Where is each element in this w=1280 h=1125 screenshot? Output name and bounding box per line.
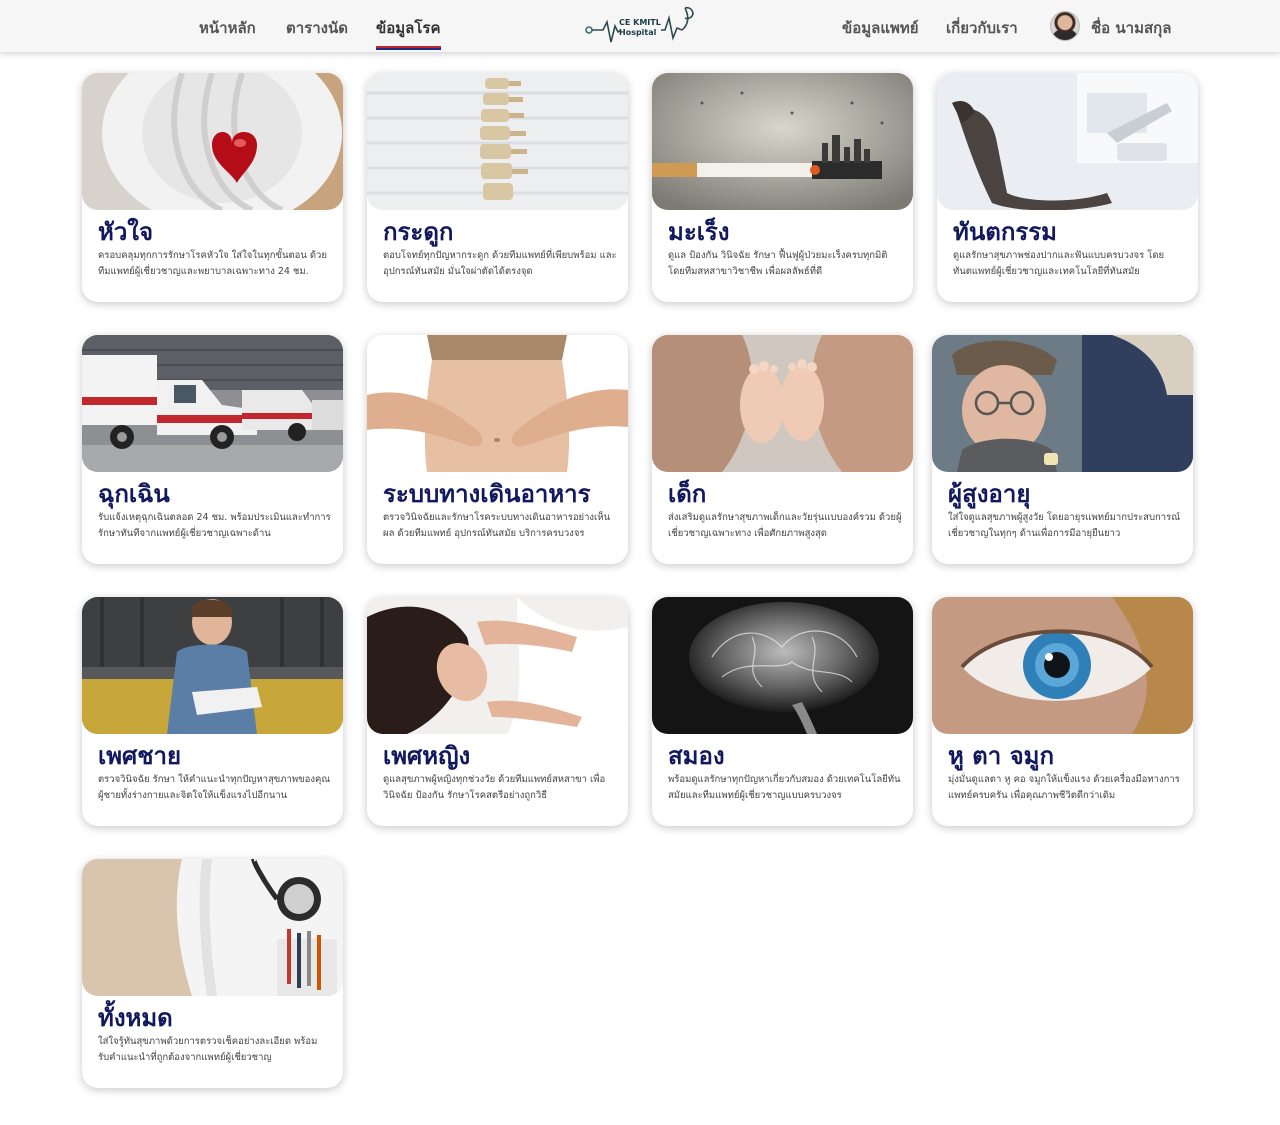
card-title: เพศหญิง (383, 742, 471, 770)
card-description: ดูแลสุขภาพผู้หญิงทุกช่วงวัย ด้วยทีมแพทย์… (383, 774, 606, 801)
card-title: ฉุกเฉิน (98, 480, 170, 508)
woman-lying-image (367, 597, 628, 734)
card-title: หัวใจ (98, 218, 154, 246)
card-title: หู ตา จมูก (948, 742, 1055, 770)
logo-line-1: CE KMITL (619, 18, 661, 27)
brain-image (652, 597, 913, 734)
category-card-dental[interactable]: ทันตกรรม ดูแลรักษาสุขภาพช่องปากและฟันแบบ… (937, 73, 1198, 302)
category-card-emergency[interactable]: ฉุกเฉิน รับแจ้งเหตุฉุกเฉินตลอด 24 ชม. พร… (82, 335, 343, 564)
category-card-children[interactable]: เด็ก ส่งเสริมดูแลรักษาสุขภาพเด็กและวัยรุ… (652, 335, 913, 564)
nav-schedule-link[interactable]: ตารางนัด (286, 16, 348, 40)
category-card-elderly[interactable]: ผู้สูงอายุ ใส่ใจดูแลสุขภาพผู้สูงวัย โดยอ… (932, 335, 1193, 564)
nav-disease-info-link[interactable]: ข้อมูลโรค (376, 16, 441, 50)
eye-image (932, 597, 1193, 734)
baby-feet-image (652, 335, 913, 472)
nav-about-link[interactable]: เกี่ยวกับเรา (946, 16, 1018, 40)
doctor-stethoscope-image (82, 859, 343, 996)
hospital-logo[interactable]: CE KMITL Hospital (585, 4, 697, 48)
category-card-brain[interactable]: สมอง พร้อมดูแลรักษาทุกปัญหาเกี่ยวกับสมอง… (652, 597, 913, 826)
card-description: ดูแลรักษาสุขภาพช่องปากและฟันแบบครบวงจร โ… (953, 250, 1165, 277)
card-description: ครอบคลุมทุกการรักษาโรคหัวใจ ใส่ใจในทุกขั… (98, 250, 327, 277)
card-description: ดูแล ป้องกัน วินิจฉัย รักษา ฟื้นฟูผู้ป่ว… (668, 250, 888, 277)
card-description: ตรวจวินิจฉัย รักษา ให้คำแนะนำทุกปัญหาสุข… (98, 774, 331, 801)
ambulance-image (82, 335, 343, 472)
card-title: ทันตกรรม (953, 218, 1057, 246)
card-description: ใส่ใจรู้ทันสุขภาพด้วยการตรวจเช็คอย่างละเ… (98, 1036, 318, 1063)
heart-pills-image (82, 73, 343, 210)
card-description: มุ่งมั่นดูแลตา หู คอ จมูกให้แข็งแรง ด้วย… (948, 774, 1180, 801)
card-title: เด็ก (668, 480, 707, 508)
card-title: เพศชาย (98, 742, 182, 770)
card-description: ตรวจวินิจฉัยและรักษาโรคระบบทางเดินอาหารอ… (383, 512, 611, 539)
card-title: สมอง (668, 742, 725, 770)
dental-chair-image (937, 73, 1198, 210)
card-description: พร้อมดูแลรักษาทุกปัญหาเกี่ยวกับสมอง ด้วย… (668, 774, 901, 801)
category-card-male[interactable]: เพศชาย ตรวจวินิจฉัย รักษา ให้คำแนะนำทุกป… (82, 597, 343, 826)
card-description: ตอบโจทย์ทุกปัญหากระดูก ด้วยทีมแพทย์ที่เพ… (383, 250, 617, 277)
category-card-heart[interactable]: หัวใจ ครอบคลุมทุกการรักษาโรคหัวใจ ใส่ใจใ… (82, 73, 343, 302)
top-navbar: หน้าหลัก ตารางนัด ข้อมูลโรค CE KMITL Hos… (0, 0, 1280, 52)
card-title: มะเร็ง (668, 218, 730, 246)
card-description: ส่งเสริมดูแลรักษาสุขภาพเด็กและวัยรุ่นแบบ… (668, 512, 902, 539)
card-title: ผู้สูงอายุ (948, 480, 1031, 508)
logo-line-2: Hospital (619, 28, 657, 37)
category-card-bone[interactable]: กระดูก ตอบโจทย์ทุกปัญหากระดูก ด้วยทีมแพท… (367, 73, 628, 302)
spine-image (367, 73, 628, 210)
card-title: ระบบทางเดินอาหาร (383, 480, 591, 508)
logo-text: CE KMITL Hospital (619, 18, 661, 38)
man-reading-image (82, 597, 343, 734)
card-title: ทั้งหมด (98, 1004, 173, 1032)
card-description: ใส่ใจดูแลสุขภาพผู้สูงวัย โดยอายุรแพทย์มา… (948, 512, 1181, 539)
category-card-female[interactable]: เพศหญิง ดูแลสุขภาพผู้หญิงทุกช่วงวัย ด้วย… (367, 597, 628, 826)
cigarette-image (652, 73, 913, 210)
stomach-image (367, 335, 628, 472)
category-card-ent[interactable]: หู ตา จมูก มุ่งมั่นดูแลตา หู คอ จมูกให้แ… (932, 597, 1193, 826)
card-description: รับแจ้งเหตุฉุกเฉินตลอด 24 ชม. พร้อมประเม… (98, 512, 331, 539)
elderly-image (932, 335, 1193, 472)
nav-doctor-info-link[interactable]: ข้อมูลแพทย์ (842, 16, 919, 40)
user-name-link[interactable]: ชื่อ นามสกุล (1091, 16, 1171, 40)
category-card-all[interactable]: ทั้งหมด ใส่ใจรู้ทันสุขภาพด้วยการตรวจเช็ค… (82, 859, 343, 1088)
category-card-digestive[interactable]: ระบบทางเดินอาหาร ตรวจวินิจฉัยและรักษาโรค… (367, 335, 628, 564)
card-title: กระดูก (383, 218, 454, 246)
category-card-cancer[interactable]: มะเร็ง ดูแล ป้องกัน วินิจฉัย รักษา ฟื้นฟ… (652, 73, 913, 302)
nav-home-link[interactable]: หน้าหลัก (199, 16, 256, 40)
user-avatar[interactable] (1050, 11, 1080, 41)
